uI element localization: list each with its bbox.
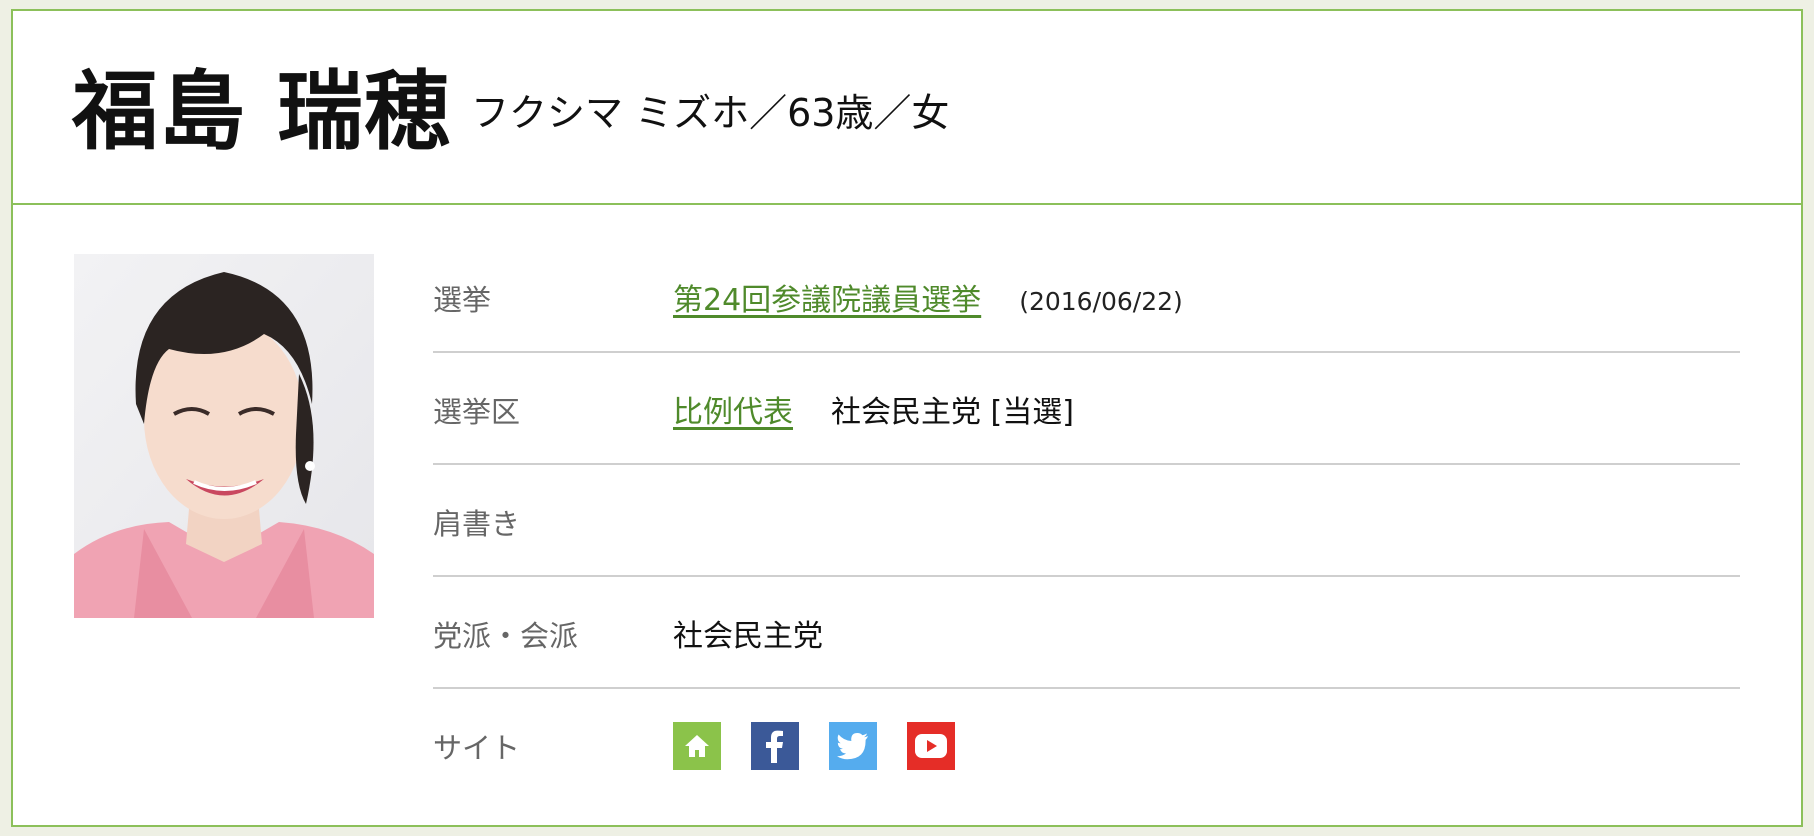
district-value: 比例代表 社会民主党 [当選]	[673, 387, 1074, 431]
candidate-photo	[74, 254, 374, 618]
row-title: 肩書き	[433, 465, 1740, 577]
district-label: 選挙区	[433, 395, 521, 429]
candidate-card: 福島 瑞穂 フクシマ ミズホ／63歳／女 選挙 第24回参議院議員選挙 (201…	[11, 9, 1803, 827]
candidate-info-table: 選挙 第24回参議院議員選挙 (2016/06/22) 選挙区 比例代表 社会民主党…	[433, 241, 1740, 801]
title-label: 肩書き	[433, 507, 521, 541]
candidate-reading-age-gender: フクシマ ミズホ／63歳／女	[471, 91, 950, 135]
site-label: サイト	[433, 731, 521, 765]
district-result: 社会民主党 [当選]	[831, 395, 1074, 430]
district-link[interactable]: 比例代表	[673, 395, 793, 430]
election-link[interactable]: 第24回参議院議員選挙	[673, 283, 981, 318]
twitter-icon[interactable]	[829, 722, 877, 770]
party-value: 社会民主党	[673, 619, 823, 654]
election-label: 選挙	[433, 283, 492, 317]
row-site: サイト	[433, 689, 1740, 801]
row-district: 選挙区 比例代表 社会民主党 [当選]	[433, 353, 1740, 465]
site-icons	[673, 722, 955, 770]
candidate-name: 福島 瑞穂	[72, 62, 451, 162]
election-date: (2016/06/22)	[1019, 287, 1183, 316]
row-party: 党派・会派 社会民主党	[433, 577, 1740, 689]
youtube-icon[interactable]	[907, 722, 955, 770]
home-icon[interactable]	[673, 722, 721, 770]
row-election: 選挙 第24回参議院議員選挙 (2016/06/22)	[433, 241, 1740, 353]
candidate-header: 福島 瑞穂 フクシマ ミズホ／63歳／女	[13, 11, 1801, 205]
election-value: 第24回参議院議員選挙 (2016/06/22)	[673, 275, 1183, 319]
party-label: 党派・会派	[433, 619, 579, 653]
facebook-icon[interactable]	[751, 722, 799, 770]
